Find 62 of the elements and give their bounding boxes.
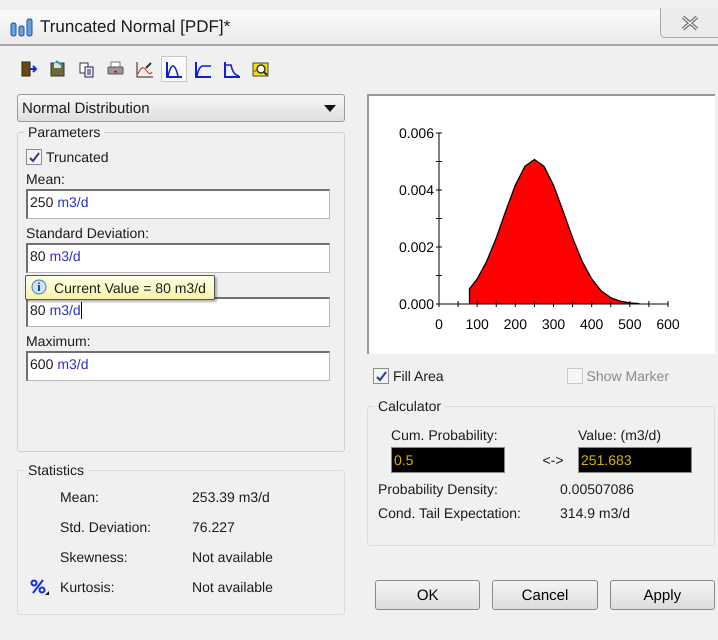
dialog-button[interactable]: OK: [375, 580, 480, 610]
result-label: Cond. Tail Expectation:: [378, 505, 522, 521]
info-icon: [30, 278, 48, 296]
input-field[interactable]: 80 m3/d: [26, 243, 330, 273]
density-curve-icon: [164, 60, 184, 78]
swap-symbol: <->: [541, 452, 564, 468]
result-label: Probability Density:: [378, 481, 499, 497]
close-icon: [680, 14, 700, 30]
input-field[interactable]: 80 m3/d: [26, 297, 330, 327]
x-tick-label: 200: [504, 316, 528, 332]
field-label: Cum. Probability:: [390, 427, 499, 443]
dialog-button[interactable]: Cancel: [492, 580, 598, 610]
x-tick-label: 100: [465, 316, 489, 332]
y-tick-label: 0.004: [398, 182, 434, 198]
truncated-checkbox[interactable]: [26, 149, 42, 165]
fill-area-checkbox[interactable]: [373, 368, 389, 384]
result-value: 314.9 m3/d: [560, 505, 632, 521]
y-tick-label: 0.000: [398, 296, 434, 312]
magnifier-icon: [251, 60, 271, 78]
checkbox-label: Fill Area: [393, 368, 444, 384]
y-tick-label: 0.002: [398, 239, 434, 255]
x-tick-label: 0: [435, 316, 443, 332]
probability-field[interactable]: 0.5: [391, 447, 505, 473]
field-label: Value: (m3/d): [578, 427, 662, 443]
x-tick-label: 400: [580, 316, 604, 332]
checkbox-label: Truncated: [46, 149, 109, 165]
dialog-button[interactable]: Apply: [610, 580, 715, 610]
group-title: Calculator: [374, 398, 446, 414]
toolbar-button[interactable]: [161, 56, 187, 82]
stat-label: Mean:: [60, 489, 100, 505]
x-tick-label: 600: [656, 316, 680, 332]
dropdown-arrow-icon: [324, 104, 336, 112]
window-title: Truncated Normal [PDF]*: [40, 17, 230, 37]
stat-label: Skewness:: [60, 549, 129, 565]
stat-value: 76.227: [192, 519, 236, 535]
stat-value: Not available: [192, 549, 274, 565]
exit-icon: [19, 60, 39, 78]
field-label: Mean:: [26, 171, 65, 187]
y-tick-label: 0.006: [398, 125, 434, 141]
percent-icon: [30, 579, 50, 595]
stat-label: Kurtosis:: [60, 579, 116, 597]
input-field[interactable]: 250 m3/d: [26, 189, 330, 219]
x-tick-label: 500: [618, 316, 642, 332]
close-button[interactable]: [660, 8, 718, 38]
stat-label: Std. Deviation:: [60, 519, 152, 535]
chart-edit-icon: [135, 60, 155, 78]
x-tick-label: 300: [542, 316, 566, 332]
result-value: 0.00507086: [560, 481, 635, 497]
checkbox-label: Show Marker: [586, 368, 669, 384]
app-icon: [10, 17, 34, 37]
stat-value: 253.39 m3/d: [192, 489, 271, 505]
cumulative-curve-icon: [193, 60, 213, 78]
group-title: Parameters: [24, 124, 104, 140]
field-label: Maximum:: [26, 333, 91, 349]
input-field[interactable]: 600 m3/d: [26, 351, 330, 381]
distribution-dropdown[interactable]: Normal Distribution: [17, 94, 345, 122]
field-label: Standard Deviation:: [26, 225, 149, 241]
tooltip: Current Value = 80 m3/d: [25, 275, 215, 300]
decreasing-curve-icon: [222, 60, 242, 78]
value-field[interactable]: 251.683: [578, 447, 692, 473]
group-title: Statistics: [24, 462, 88, 478]
stat-value: Not available: [192, 579, 274, 597]
